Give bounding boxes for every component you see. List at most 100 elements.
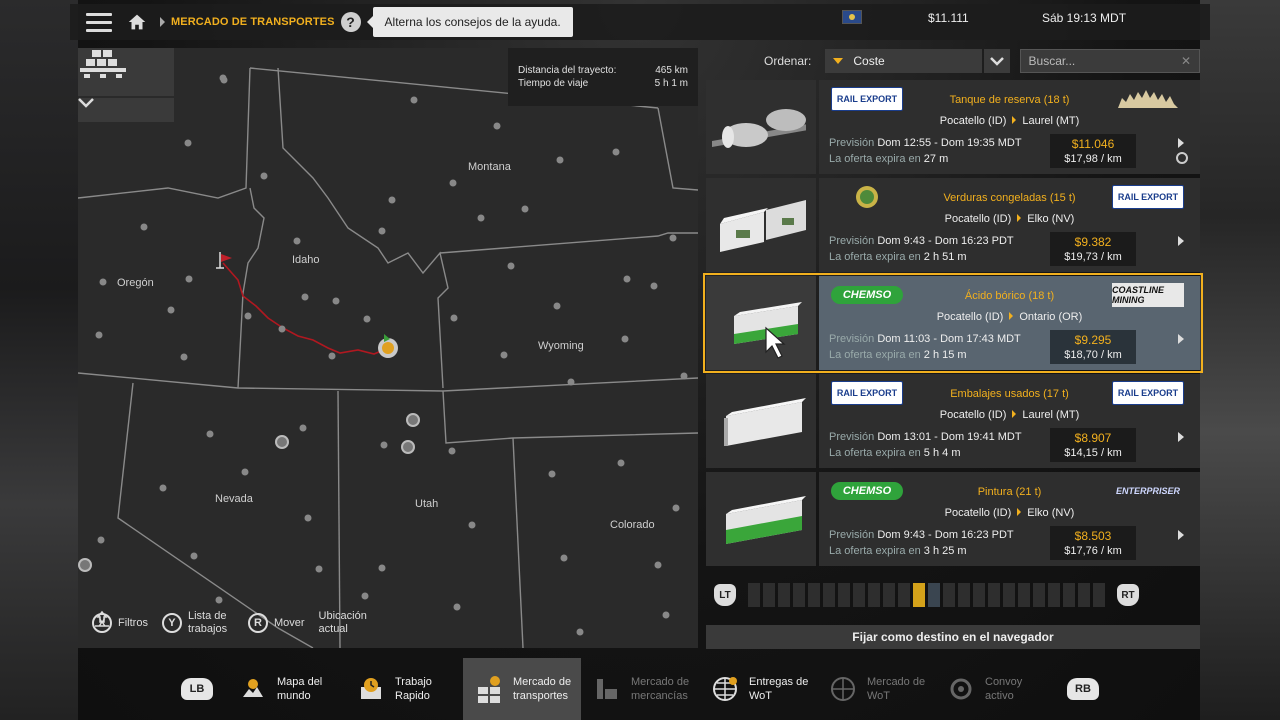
search-input[interactable]: Buscar... ✕ <box>1019 49 1200 73</box>
page-tick[interactable] <box>838 583 850 607</box>
job-detail-arrow-icon[interactable] <box>1178 236 1184 246</box>
job-card[interactable]: RAIL EXPORT Tanque de reserva (18 t) Poc… <box>706 80 1200 174</box>
job-list-label: Lista de trabajos <box>187 610 228 635</box>
curtain-trailer-icon <box>726 496 806 544</box>
bottom-nav: LB Mapa del mundo Trabajo Rapido Mercado d… <box>0 658 1280 720</box>
help-tooltip: Alterna los consejos de la ayuda. <box>366 7 573 37</box>
page-tick[interactable] <box>763 583 775 607</box>
page-tick[interactable] <box>853 583 865 607</box>
cargo-view-button[interactable] <box>78 48 174 96</box>
page-selector: LT RT <box>714 582 1194 608</box>
job-detail-arrow-icon[interactable] <box>1178 432 1184 442</box>
nav-wot-deliveries[interactable]: Entregas de WoT <box>699 658 817 720</box>
cargo-name: Verduras congeladas (15 t) <box>943 192 1076 204</box>
job-expiry: La oferta expira en 3 h 25 m <box>829 545 967 557</box>
page-tick[interactable] <box>958 583 970 607</box>
page-tick[interactable] <box>823 583 835 607</box>
job-info: RAIL EXPORT Verduras congeladas (15 t) P… <box>819 178 1200 272</box>
menu-icon[interactable] <box>86 4 112 40</box>
curtain-trailer-icon <box>734 302 802 359</box>
state-label-colorado: Colorado <box>610 519 655 531</box>
job-detail-arrow-icon[interactable] <box>1178 530 1184 540</box>
breadcrumb: MERCADO DE TRANSPORTES <box>171 16 335 28</box>
expand-button[interactable] <box>78 98 174 122</box>
nav-wot-market[interactable]: Mercado de WoT <box>817 658 935 720</box>
cargo-name: Embalajes usados (17 t) <box>950 388 1069 400</box>
job-info: RAIL EXPORT RAIL EXPORT Embalajes usados… <box>819 374 1200 468</box>
page-tick[interactable] <box>1033 583 1045 607</box>
job-dates: Previsión Dom 9:43 - Dom 16:23 PDT <box>829 529 1014 541</box>
page-tick[interactable] <box>988 583 1000 607</box>
home-icon[interactable] <box>126 11 148 33</box>
cab-left-pillar <box>0 0 78 720</box>
return-trip-icon <box>1176 152 1188 164</box>
box-trailer-icon <box>724 398 806 446</box>
route-arrow-icon <box>1017 214 1022 222</box>
help-button[interactable]: ? <box>340 12 361 32</box>
page-tick[interactable] <box>898 583 910 607</box>
page-tick[interactable] <box>883 583 895 607</box>
game-clock: Sáb 19:13 MDT <box>1042 11 1127 25</box>
page-tick[interactable] <box>1003 583 1015 607</box>
page-tick[interactable] <box>748 583 760 607</box>
job-route: Pocatello (ID) Laurel (MT) <box>939 115 1080 127</box>
page-tick[interactable] <box>1093 583 1105 607</box>
job-detail-arrow-icon[interactable] <box>1178 334 1184 344</box>
page-tick[interactable] <box>1078 583 1090 607</box>
state-label-wyoming: Wyoming <box>538 340 584 352</box>
job-list-control[interactable]: Y Lista de trabajos <box>161 610 234 636</box>
sort-dropdown[interactable]: Coste <box>825 49 983 73</box>
page-tick[interactable] <box>868 583 880 607</box>
job-detail-arrow-icon[interactable] <box>1178 138 1184 148</box>
page-tick[interactable] <box>793 583 805 607</box>
travel-time-value: 5 h 1 m <box>654 78 688 89</box>
state-label-idaho: Idaho <box>292 254 320 266</box>
rb-bumper-button[interactable]: RB <box>1067 678 1099 700</box>
nav-active-convoy[interactable]: Convoy activo <box>935 658 1053 720</box>
sort-expand-button[interactable] <box>984 49 1010 73</box>
page-tick[interactable] <box>808 583 820 607</box>
job-card[interactable]: CHEMSO ENTERPRISER Pintura (21 t) Pocate… <box>706 472 1200 566</box>
page-tick[interactable] <box>928 583 940 607</box>
money-display: $11.111 <box>928 11 969 25</box>
route-info-panel: Distancia del trayecto: 465 km Tiempo de … <box>508 48 698 106</box>
page-tick[interactable] <box>973 583 985 607</box>
map-borders <box>78 67 698 648</box>
state-label-nevada: Nevada <box>215 493 253 505</box>
world-map-icon <box>243 679 263 697</box>
job-expiry: La oferta expira en 27 m <box>829 153 949 165</box>
current-location-control[interactable]: Ubicación actual <box>95 610 373 636</box>
rt-trigger-button[interactable]: RT <box>1117 584 1139 606</box>
nav-freight-market[interactable]: Mercado de transportes <box>463 658 581 720</box>
route-arrow-icon <box>1012 410 1017 418</box>
page-tick[interactable] <box>913 583 925 607</box>
page-tick[interactable] <box>943 583 955 607</box>
world-map[interactable]: Distancia del trayecto: 465 km Tiempo de … <box>78 48 698 648</box>
move-control[interactable]: R Mover <box>247 613 305 633</box>
lb-bumper-button[interactable]: LB <box>181 678 213 700</box>
page-tick[interactable] <box>778 583 790 607</box>
nav-quick-job[interactable]: Trabajo Rapido <box>345 658 463 720</box>
set-destination-button[interactable]: Fijar como destino en el navegador <box>706 625 1200 649</box>
tank-trailer-icon <box>712 109 806 148</box>
page-tick[interactable] <box>1018 583 1030 607</box>
trailer-thumbnail <box>706 472 816 566</box>
globe-icon <box>831 677 855 701</box>
nav-world-map[interactable]: Mapa del mundo <box>227 658 345 720</box>
job-card[interactable]: RAIL EXPORT RAIL EXPORT Embalajes usados… <box>706 374 1200 468</box>
job-expiry: La oferta expira en 5 h 4 m <box>829 447 961 459</box>
globe-icon <box>713 677 737 701</box>
route-arrow-icon <box>1009 312 1014 320</box>
job-route: Pocatello (ID) Ontario (OR) <box>936 311 1083 323</box>
job-expiry: La oferta expira en 2 h 51 m <box>829 251 967 263</box>
job-card[interactable]: RAIL EXPORT Verduras congeladas (15 t) P… <box>706 178 1200 272</box>
nav-cargo-market[interactable]: Mercado de mercancías <box>581 658 699 720</box>
job-info: CHEMSO ENTERPRISER Pintura (21 t) Pocate… <box>819 472 1200 566</box>
page-tick[interactable] <box>1063 583 1075 607</box>
job-expiry: La oferta expira en 2 h 15 m <box>829 349 967 361</box>
clear-search-icon[interactable]: ✕ <box>1181 54 1191 68</box>
cargo-boxes-icon <box>80 50 126 78</box>
lt-trigger-button[interactable]: LT <box>714 584 736 606</box>
page-tick[interactable] <box>1048 583 1060 607</box>
job-card-selected[interactable]: CHEMSO COASTLINE MINING Ácido bórico (18… <box>703 273 1203 373</box>
